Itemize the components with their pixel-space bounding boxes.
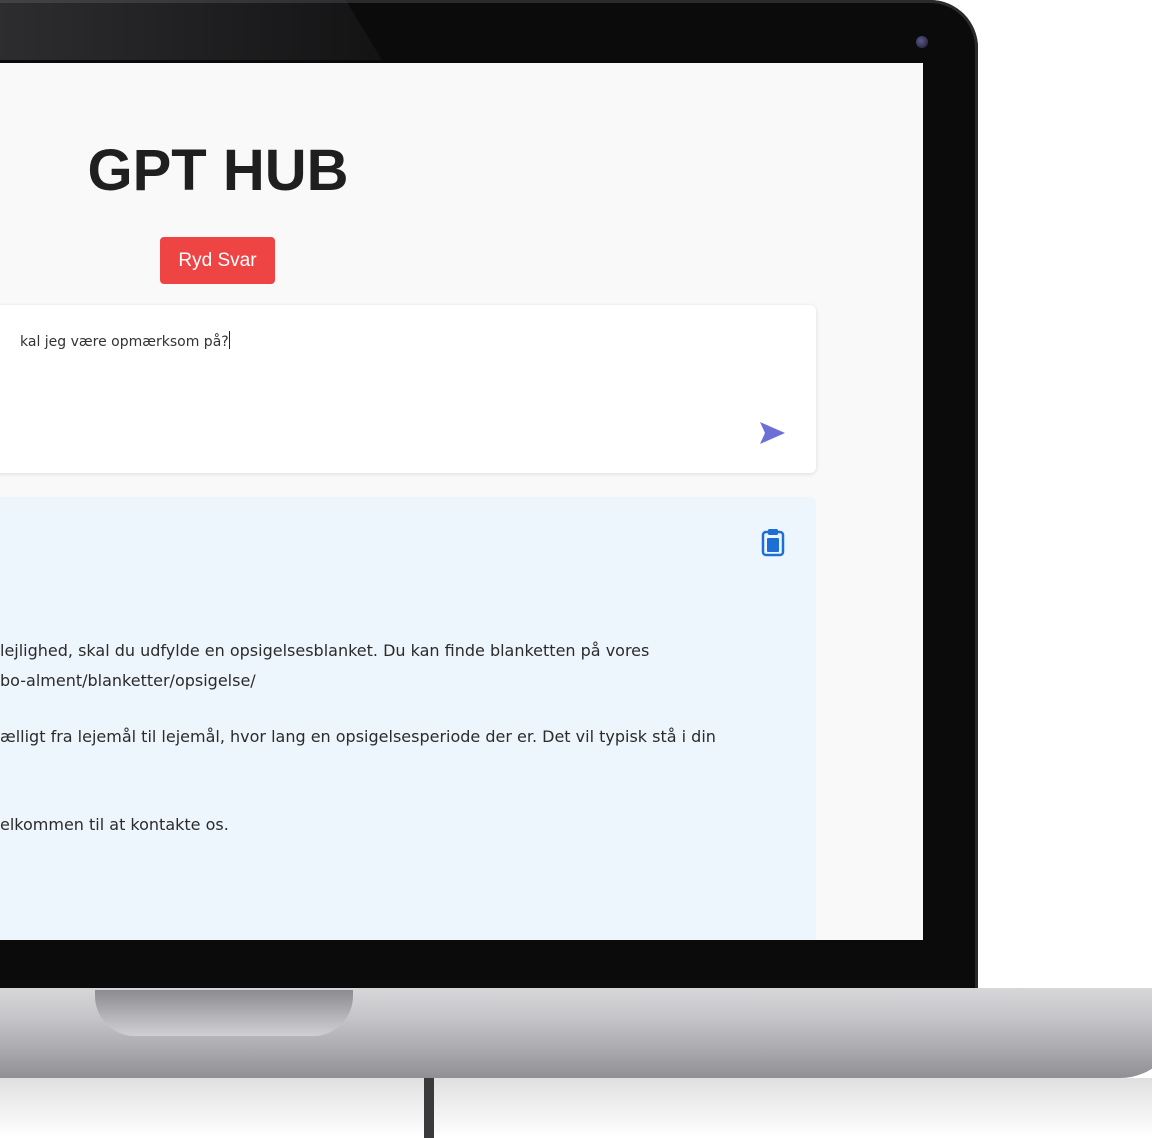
- text-caret: [228, 331, 230, 349]
- app-screen: GPT HUB Ryd Svar kal jeg være opmærksom …: [0, 63, 923, 940]
- clipboard-icon: [761, 529, 785, 557]
- lid-opening-notch: [95, 990, 353, 1036]
- paper-plane-icon: [760, 422, 785, 444]
- query-input[interactable]: kal jeg være opmærksom på?: [20, 331, 780, 355]
- send-button[interactable]: [756, 417, 788, 449]
- base-shadow: [0, 1078, 1152, 1138]
- webcam: [916, 36, 928, 48]
- stand-edge: [424, 1078, 434, 1138]
- clear-answer-button[interactable]: Ryd Svar: [160, 237, 275, 284]
- answer-line-1: lejlighed, skal du udfylde en opsigelses…: [0, 641, 650, 660]
- page-title: GPT HUB: [87, 138, 349, 203]
- laptop-mockup: GPT HUB Ryd Svar kal jeg være opmærksom …: [0, 0, 1152, 1138]
- answer-panel: [0, 497, 816, 940]
- answer-line-3: ælligt fra lejemål til lejemål, hvor lan…: [0, 727, 716, 746]
- copy-button[interactable]: [759, 527, 787, 557]
- query-text: kal jeg være opmærksom på?: [20, 334, 229, 350]
- lid-reflection: [0, 0, 382, 60]
- answer-line-4: elkommen til at kontakte os.: [0, 815, 229, 834]
- answer-line-2: bo-alment/blanketter/opsigelse/: [0, 671, 256, 690]
